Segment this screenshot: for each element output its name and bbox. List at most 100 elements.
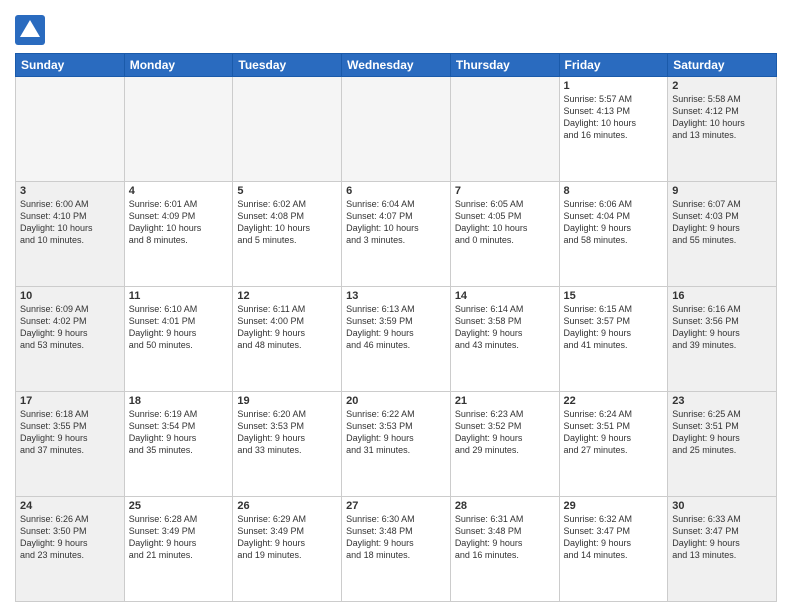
calendar-cell: 24Sunrise: 6:26 AM Sunset: 3:50 PM Dayli… — [16, 497, 125, 602]
calendar-cell: 9Sunrise: 6:07 AM Sunset: 4:03 PM Daylig… — [668, 182, 777, 287]
header-day-friday: Friday — [559, 54, 668, 77]
calendar-cell: 13Sunrise: 6:13 AM Sunset: 3:59 PM Dayli… — [342, 287, 451, 392]
day-info: Sunrise: 6:07 AM Sunset: 4:03 PM Dayligh… — [672, 198, 772, 247]
calendar-cell: 10Sunrise: 6:09 AM Sunset: 4:02 PM Dayli… — [16, 287, 125, 392]
day-info: Sunrise: 6:19 AM Sunset: 3:54 PM Dayligh… — [129, 408, 229, 457]
day-info: Sunrise: 6:28 AM Sunset: 3:49 PM Dayligh… — [129, 513, 229, 562]
calendar-header-row: SundayMondayTuesdayWednesdayThursdayFrid… — [16, 54, 777, 77]
day-number: 2 — [672, 80, 772, 92]
header-day-tuesday: Tuesday — [233, 54, 342, 77]
day-info: Sunrise: 6:00 AM Sunset: 4:10 PM Dayligh… — [20, 198, 120, 247]
day-number: 30 — [672, 500, 772, 512]
day-number: 23 — [672, 395, 772, 407]
header — [15, 10, 777, 45]
calendar-body: 1Sunrise: 5:57 AM Sunset: 4:13 PM Daylig… — [16, 77, 777, 602]
day-info: Sunrise: 6:30 AM Sunset: 3:48 PM Dayligh… — [346, 513, 446, 562]
day-info: Sunrise: 5:58 AM Sunset: 4:12 PM Dayligh… — [672, 93, 772, 142]
calendar-cell: 29Sunrise: 6:32 AM Sunset: 3:47 PM Dayli… — [559, 497, 668, 602]
calendar-cell: 14Sunrise: 6:14 AM Sunset: 3:58 PM Dayli… — [450, 287, 559, 392]
day-number: 11 — [129, 290, 229, 302]
calendar-cell: 19Sunrise: 6:20 AM Sunset: 3:53 PM Dayli… — [233, 392, 342, 497]
day-info: Sunrise: 6:15 AM Sunset: 3:57 PM Dayligh… — [564, 303, 664, 352]
header-day-thursday: Thursday — [450, 54, 559, 77]
day-info: Sunrise: 6:05 AM Sunset: 4:05 PM Dayligh… — [455, 198, 555, 247]
calendar-cell: 23Sunrise: 6:25 AM Sunset: 3:51 PM Dayli… — [668, 392, 777, 497]
day-info: Sunrise: 6:09 AM Sunset: 4:02 PM Dayligh… — [20, 303, 120, 352]
calendar-cell: 16Sunrise: 6:16 AM Sunset: 3:56 PM Dayli… — [668, 287, 777, 392]
calendar-cell: 26Sunrise: 6:29 AM Sunset: 3:49 PM Dayli… — [233, 497, 342, 602]
day-number: 10 — [20, 290, 120, 302]
calendar-cell — [450, 77, 559, 182]
day-info: Sunrise: 6:16 AM Sunset: 3:56 PM Dayligh… — [672, 303, 772, 352]
day-number: 15 — [564, 290, 664, 302]
day-info: Sunrise: 6:32 AM Sunset: 3:47 PM Dayligh… — [564, 513, 664, 562]
day-number: 20 — [346, 395, 446, 407]
calendar-cell — [16, 77, 125, 182]
week-row-4: 24Sunrise: 6:26 AM Sunset: 3:50 PM Dayli… — [16, 497, 777, 602]
day-info: Sunrise: 6:23 AM Sunset: 3:52 PM Dayligh… — [455, 408, 555, 457]
calendar-cell: 3Sunrise: 6:00 AM Sunset: 4:10 PM Daylig… — [16, 182, 125, 287]
calendar-cell: 28Sunrise: 6:31 AM Sunset: 3:48 PM Dayli… — [450, 497, 559, 602]
day-info: Sunrise: 6:02 AM Sunset: 4:08 PM Dayligh… — [237, 198, 337, 247]
day-info: Sunrise: 6:11 AM Sunset: 4:00 PM Dayligh… — [237, 303, 337, 352]
calendar-cell: 21Sunrise: 6:23 AM Sunset: 3:52 PM Dayli… — [450, 392, 559, 497]
day-info: Sunrise: 6:14 AM Sunset: 3:58 PM Dayligh… — [455, 303, 555, 352]
day-info: Sunrise: 6:20 AM Sunset: 3:53 PM Dayligh… — [237, 408, 337, 457]
day-info: Sunrise: 6:10 AM Sunset: 4:01 PM Dayligh… — [129, 303, 229, 352]
day-info: Sunrise: 6:31 AM Sunset: 3:48 PM Dayligh… — [455, 513, 555, 562]
day-info: Sunrise: 6:06 AM Sunset: 4:04 PM Dayligh… — [564, 198, 664, 247]
day-number: 26 — [237, 500, 337, 512]
calendar-cell: 15Sunrise: 6:15 AM Sunset: 3:57 PM Dayli… — [559, 287, 668, 392]
day-info: Sunrise: 5:57 AM Sunset: 4:13 PM Dayligh… — [564, 93, 664, 142]
calendar-cell: 5Sunrise: 6:02 AM Sunset: 4:08 PM Daylig… — [233, 182, 342, 287]
day-number: 1 — [564, 80, 664, 92]
day-number: 13 — [346, 290, 446, 302]
logo — [15, 15, 49, 45]
header-day-wednesday: Wednesday — [342, 54, 451, 77]
day-info: Sunrise: 6:18 AM Sunset: 3:55 PM Dayligh… — [20, 408, 120, 457]
header-day-monday: Monday — [124, 54, 233, 77]
day-number: 27 — [346, 500, 446, 512]
calendar-cell: 8Sunrise: 6:06 AM Sunset: 4:04 PM Daylig… — [559, 182, 668, 287]
day-number: 22 — [564, 395, 664, 407]
day-number: 28 — [455, 500, 555, 512]
day-info: Sunrise: 6:29 AM Sunset: 3:49 PM Dayligh… — [237, 513, 337, 562]
calendar-cell: 30Sunrise: 6:33 AM Sunset: 3:47 PM Dayli… — [668, 497, 777, 602]
calendar-cell: 6Sunrise: 6:04 AM Sunset: 4:07 PM Daylig… — [342, 182, 451, 287]
page: SundayMondayTuesdayWednesdayThursdayFrid… — [0, 0, 792, 612]
day-info: Sunrise: 6:22 AM Sunset: 3:53 PM Dayligh… — [346, 408, 446, 457]
day-info: Sunrise: 6:25 AM Sunset: 3:51 PM Dayligh… — [672, 408, 772, 457]
day-number: 12 — [237, 290, 337, 302]
calendar-cell: 17Sunrise: 6:18 AM Sunset: 3:55 PM Dayli… — [16, 392, 125, 497]
logo-icon — [15, 15, 45, 45]
day-number: 29 — [564, 500, 664, 512]
day-info: Sunrise: 6:33 AM Sunset: 3:47 PM Dayligh… — [672, 513, 772, 562]
header-day-saturday: Saturday — [668, 54, 777, 77]
calendar-cell: 12Sunrise: 6:11 AM Sunset: 4:00 PM Dayli… — [233, 287, 342, 392]
day-number: 17 — [20, 395, 120, 407]
day-number: 16 — [672, 290, 772, 302]
calendar-cell: 25Sunrise: 6:28 AM Sunset: 3:49 PM Dayli… — [124, 497, 233, 602]
calendar-cell: 20Sunrise: 6:22 AM Sunset: 3:53 PM Dayli… — [342, 392, 451, 497]
day-number: 24 — [20, 500, 120, 512]
calendar-cell — [233, 77, 342, 182]
calendar-cell: 18Sunrise: 6:19 AM Sunset: 3:54 PM Dayli… — [124, 392, 233, 497]
day-number: 25 — [129, 500, 229, 512]
day-number: 8 — [564, 185, 664, 197]
day-info: Sunrise: 6:13 AM Sunset: 3:59 PM Dayligh… — [346, 303, 446, 352]
calendar-cell: 7Sunrise: 6:05 AM Sunset: 4:05 PM Daylig… — [450, 182, 559, 287]
day-number: 3 — [20, 185, 120, 197]
day-number: 19 — [237, 395, 337, 407]
day-number: 14 — [455, 290, 555, 302]
calendar: SundayMondayTuesdayWednesdayThursdayFrid… — [15, 53, 777, 602]
day-number: 5 — [237, 185, 337, 197]
calendar-cell: 11Sunrise: 6:10 AM Sunset: 4:01 PM Dayli… — [124, 287, 233, 392]
calendar-cell: 27Sunrise: 6:30 AM Sunset: 3:48 PM Dayli… — [342, 497, 451, 602]
day-number: 9 — [672, 185, 772, 197]
calendar-cell — [342, 77, 451, 182]
header-day-sunday: Sunday — [16, 54, 125, 77]
day-number: 6 — [346, 185, 446, 197]
day-number: 4 — [129, 185, 229, 197]
week-row-0: 1Sunrise: 5:57 AM Sunset: 4:13 PM Daylig… — [16, 77, 777, 182]
day-number: 18 — [129, 395, 229, 407]
